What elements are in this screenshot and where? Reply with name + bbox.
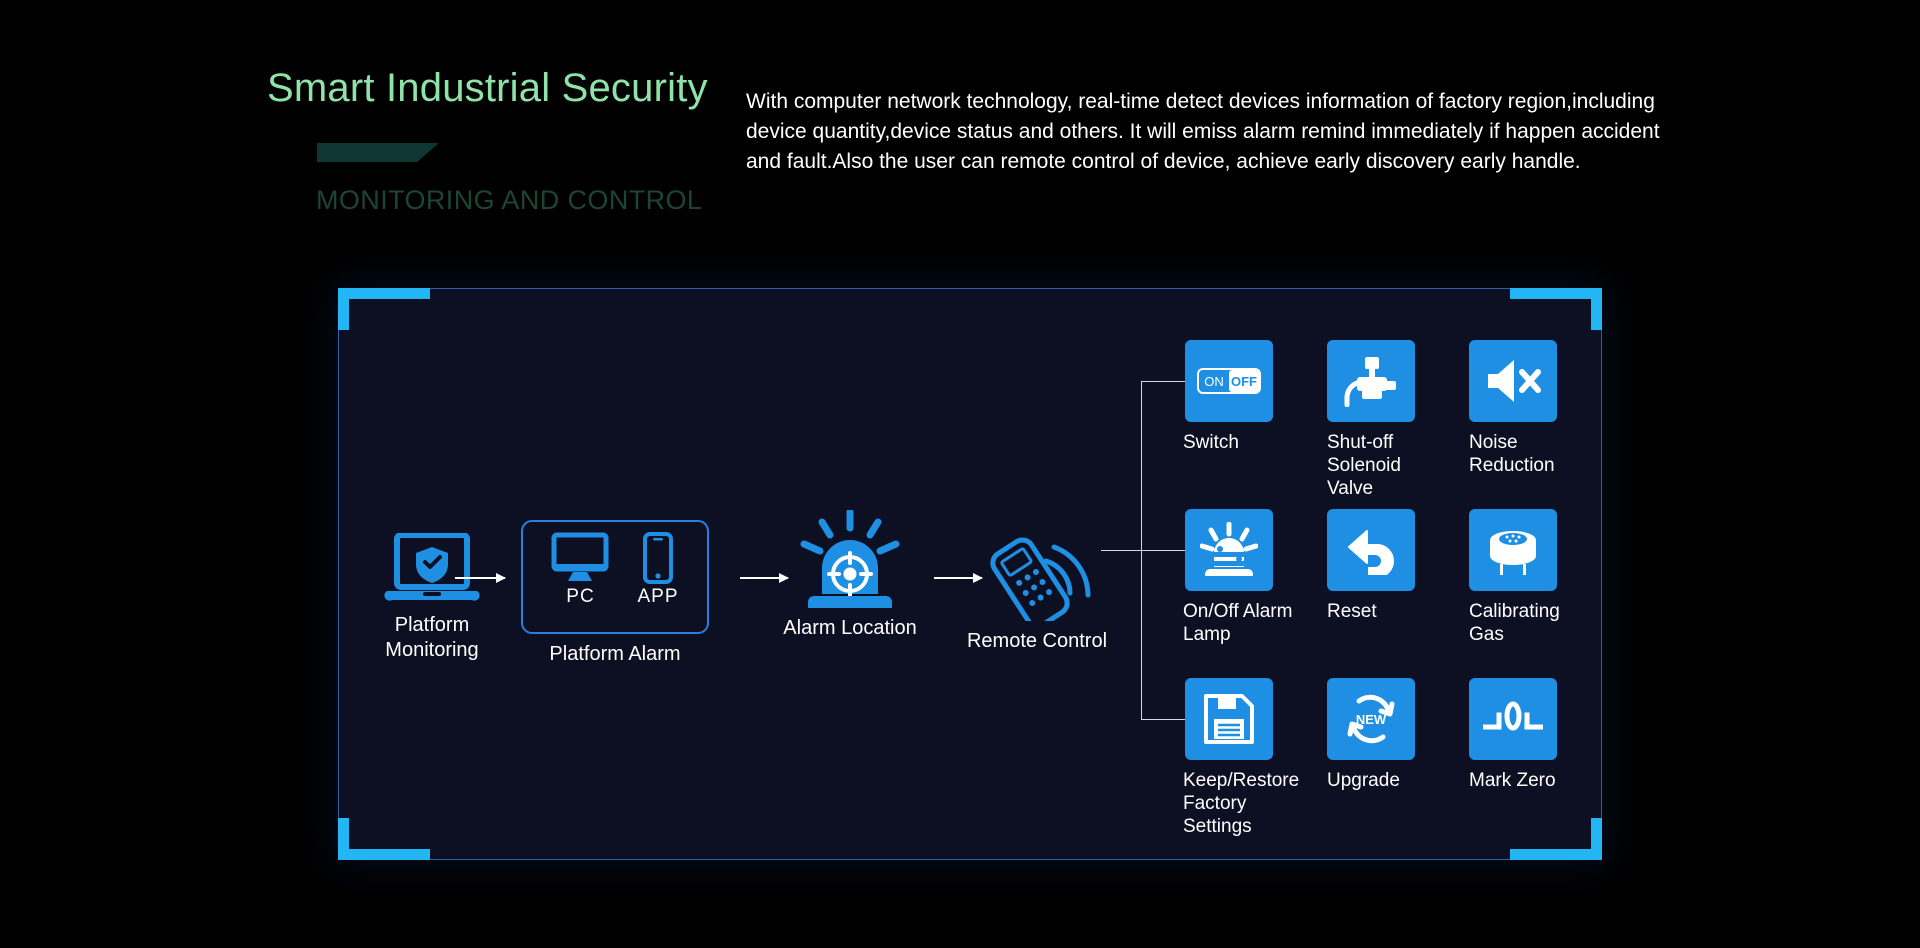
flow-node-label: Remote Control — [966, 630, 1108, 652]
device-app[interactable]: APP — [637, 532, 678, 608]
control-item-label: Upgrade — [1327, 770, 1400, 791]
flow-node-remote-control[interactable]: Remote Control — [947, 525, 1127, 654]
refresh-new-icon: NEW — [1327, 678, 1415, 760]
flow-node-label: Alarm Location — [783, 617, 917, 639]
control-item-switch[interactable]: ON OFF Switch — [1183, 340, 1317, 509]
flow-arrow-1 — [455, 573, 506, 583]
device-label: PC — [566, 586, 595, 607]
toggle-on-label: ON — [1204, 373, 1224, 389]
control-item-label: On/Off Alarm Lamp — [1183, 601, 1293, 645]
flow-node-label: Platform Alarm — [549, 643, 681, 665]
control-item-label: Switch — [1183, 432, 1239, 453]
monitor-icon — [551, 532, 609, 584]
device-label: APP — [637, 586, 679, 607]
control-item-keep-restore-factory-settings[interactable]: Keep/Restore Factory Settings — [1183, 678, 1317, 847]
undo-arrow-icon — [1327, 509, 1415, 591]
siren-target-icon — [770, 510, 930, 608]
page-subtitle: MONITORING AND CONTROL — [316, 185, 703, 215]
intro-paragraph: With computer network technology, real-t… — [746, 90, 1660, 173]
control-item-calibrating-gas[interactable]: Calibrating Gas — [1451, 509, 1585, 678]
page-title: Smart Industrial Security — [267, 66, 708, 110]
control-item-upgrade[interactable]: NEW Upgrade — [1317, 678, 1451, 847]
flow-node-platform-alarm[interactable]: PC APP Platform Alarm — [505, 520, 725, 667]
flow-node-alarm-location[interactable]: Alarm Location — [770, 510, 930, 641]
control-item-mark-zero[interactable]: Mark Zero — [1451, 678, 1585, 847]
control-item-label: Noise Reduction — [1469, 432, 1555, 476]
control-icon-grid: ON OFF Switch Shut-off Solenoid Valve No… — [1183, 340, 1583, 847]
corner-bracket-bottom-left — [338, 818, 430, 860]
control-item-shutoff-solenoid-valve[interactable]: Shut-off Solenoid Valve — [1317, 340, 1451, 509]
control-item-label: Keep/Restore Factory Settings — [1183, 770, 1300, 837]
alarm-lamp-icon — [1185, 509, 1273, 591]
title-decoration-shape — [317, 143, 439, 162]
solenoid-valve-icon — [1327, 340, 1415, 422]
control-item-noise-reduction[interactable]: Noise Reduction — [1451, 340, 1585, 509]
remote-control-icon — [947, 525, 1127, 621]
control-item-label: Mark Zero — [1469, 770, 1556, 791]
gas-sensor-icon — [1469, 509, 1557, 591]
control-item-label: Shut-off Solenoid Valve — [1327, 432, 1401, 499]
control-item-reset[interactable]: Reset — [1317, 509, 1451, 678]
control-item-label: Reset — [1327, 601, 1377, 622]
on-off-toggle-icon: ON OFF — [1185, 340, 1273, 422]
flow-node-platform-monitoring[interactable]: Platform Monitoring — [357, 533, 507, 663]
laptop-shield-icon — [357, 533, 507, 605]
smartphone-icon — [637, 532, 678, 584]
toggle-off-label: OFF — [1229, 370, 1259, 392]
header-section: Smart Industrial Security MONITORING AND… — [0, 0, 1920, 270]
speaker-mute-icon — [1469, 340, 1557, 422]
platform-alarm-box: PC APP — [521, 520, 709, 634]
corner-bracket-top-right — [1510, 288, 1602, 330]
title-block: Smart Industrial Security — [267, 64, 747, 112]
mark-zero-icon — [1469, 678, 1557, 760]
floppy-disk-icon — [1185, 678, 1273, 760]
control-item-onoff-alarm-lamp[interactable]: On/Off Alarm Lamp — [1183, 509, 1317, 678]
flow-node-label: Platform Monitoring — [385, 614, 479, 661]
page-root: Smart Industrial Security MONITORING AND… — [0, 0, 1920, 948]
control-item-label: Calibrating Gas — [1469, 601, 1560, 645]
upgrade-new-badge: NEW — [1356, 712, 1387, 727]
corner-bracket-top-left — [338, 288, 430, 330]
device-pc[interactable]: PC — [551, 532, 609, 608]
